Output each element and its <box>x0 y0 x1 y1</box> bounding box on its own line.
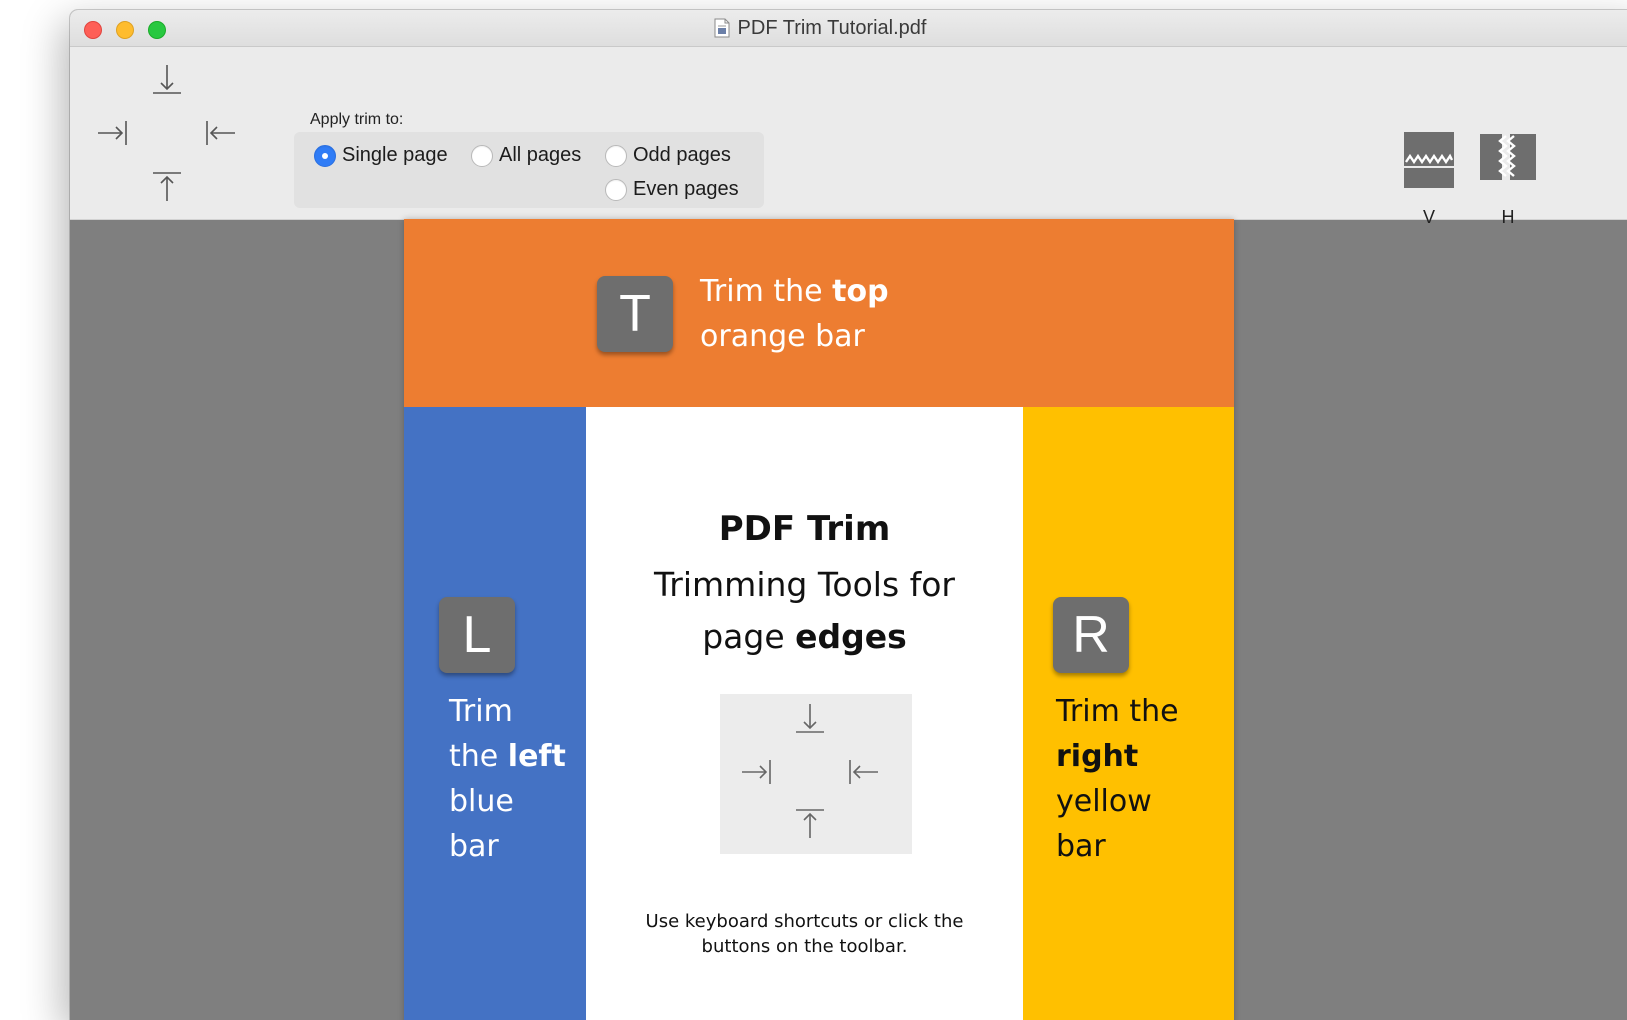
right-line1: Trim the <box>1056 694 1179 729</box>
radio-indicator <box>605 144 627 167</box>
center-subtitle-line2-bold: edges <box>795 617 907 656</box>
caption-line1: Use keyboard shortcuts or click the <box>645 911 964 932</box>
diagram-arrow-down-to-bar-icon <box>796 704 824 733</box>
split-horizontal-label: H <box>1501 207 1515 227</box>
radio-label-single: Single page <box>342 144 448 166</box>
trim-left-button[interactable] <box>90 111 134 155</box>
pdf-page: T Trim the top orange bar L Trim the lef… <box>404 219 1234 1020</box>
split-vertical-label: V <box>1422 207 1435 227</box>
radio-label-even: Even pages <box>633 178 739 200</box>
pdf-document-icon <box>714 18 730 38</box>
right-bar-text: Trim the right yellow bar <box>1056 689 1179 869</box>
top-orange-bar: T Trim the top orange bar <box>404 219 1234 407</box>
top-bar-text: Trim the top orange bar <box>700 269 889 359</box>
left-line3: blue <box>449 784 514 819</box>
center-subtitle-line1: Trimming Tools for <box>653 565 955 604</box>
radio-indicator-selected <box>314 144 336 167</box>
window-title-area: PDF Trim Tutorial.pdf <box>70 10 1627 46</box>
trim-top-button[interactable] <box>145 57 189 101</box>
top-text-line2: orange bar <box>700 319 865 354</box>
caption-line2: buttons on the toolbar. <box>701 936 908 957</box>
radio-indicator <box>471 144 493 167</box>
toolbar: Apply trim to: Single page All pages Odd… <box>70 47 1627 227</box>
trim-bottom-button[interactable] <box>145 165 189 209</box>
left-blue-bar: L Trim the left blue bar <box>404 407 586 1020</box>
trim-right-button[interactable] <box>199 111 243 155</box>
radio-single-page[interactable]: Single page <box>314 144 448 167</box>
arrow-left-to-bar-icon <box>206 121 235 145</box>
top-text-pre: Trim the <box>700 274 833 309</box>
radio-indicator <box>605 178 627 201</box>
radio-even-pages[interactable]: Even pages <box>605 178 739 201</box>
right-yellow-bar: R Trim the right yellow bar <box>1023 407 1234 1020</box>
split-vertical-button[interactable] <box>1404 132 1454 188</box>
center-title: PDF Trim <box>718 509 891 549</box>
top-text-bold: top <box>832 274 889 309</box>
radio-label-all: All pages <box>499 144 582 166</box>
split-vertical-icon <box>1404 132 1454 188</box>
left-line4: bar <box>449 829 499 864</box>
instructions-caption: Use keyboard shortcuts or click the butt… <box>586 909 1023 959</box>
center-subtitle-line2-pre: page <box>702 617 796 656</box>
apply-trim-label: Apply trim to: <box>310 111 404 128</box>
left-line2-pre: the <box>449 739 508 774</box>
arrow-down-to-bar-icon <box>153 65 181 94</box>
center-subtitle: Trimming Tools for page edges <box>586 559 1023 663</box>
arrow-right-to-bar-icon <box>98 121 127 145</box>
window-title: PDF Trim Tutorial.pdf <box>737 16 927 39</box>
split-horizontal-button[interactable] <box>1480 132 1536 188</box>
right-line3: yellow <box>1056 784 1152 819</box>
radio-all-pages[interactable]: All pages <box>471 144 581 167</box>
radio-label-odd: Odd pages <box>633 144 731 166</box>
split-horizontal-icon <box>1480 134 1536 180</box>
title-bar: PDF Trim Tutorial.pdf <box>70 10 1627 47</box>
diagram-arrow-right-to-bar-icon <box>742 760 771 784</box>
right-line4: bar <box>1056 829 1106 864</box>
arrow-up-to-bar-icon <box>153 172 181 201</box>
left-key-badge: L <box>439 597 515 673</box>
left-line2-bold: left <box>507 739 566 774</box>
radio-odd-pages[interactable]: Odd pages <box>605 144 731 167</box>
diagram-arrow-up-to-bar-icon <box>796 809 824 838</box>
left-line1: Trim <box>449 694 513 729</box>
right-key-badge: R <box>1053 597 1129 673</box>
left-bar-text: Trim the left blue bar <box>449 689 566 869</box>
top-key-badge: T <box>597 276 673 352</box>
app-window: PDF Trim Tutorial.pdf Apply trim to: Sin… <box>70 10 1627 1020</box>
diagram-arrow-left-to-bar-icon <box>849 760 878 784</box>
apply-trim-options: Single page All pages Odd pages Even pag… <box>294 132 764 208</box>
trim-buttons-diagram <box>720 694 912 854</box>
right-line2-bold: right <box>1056 739 1139 774</box>
